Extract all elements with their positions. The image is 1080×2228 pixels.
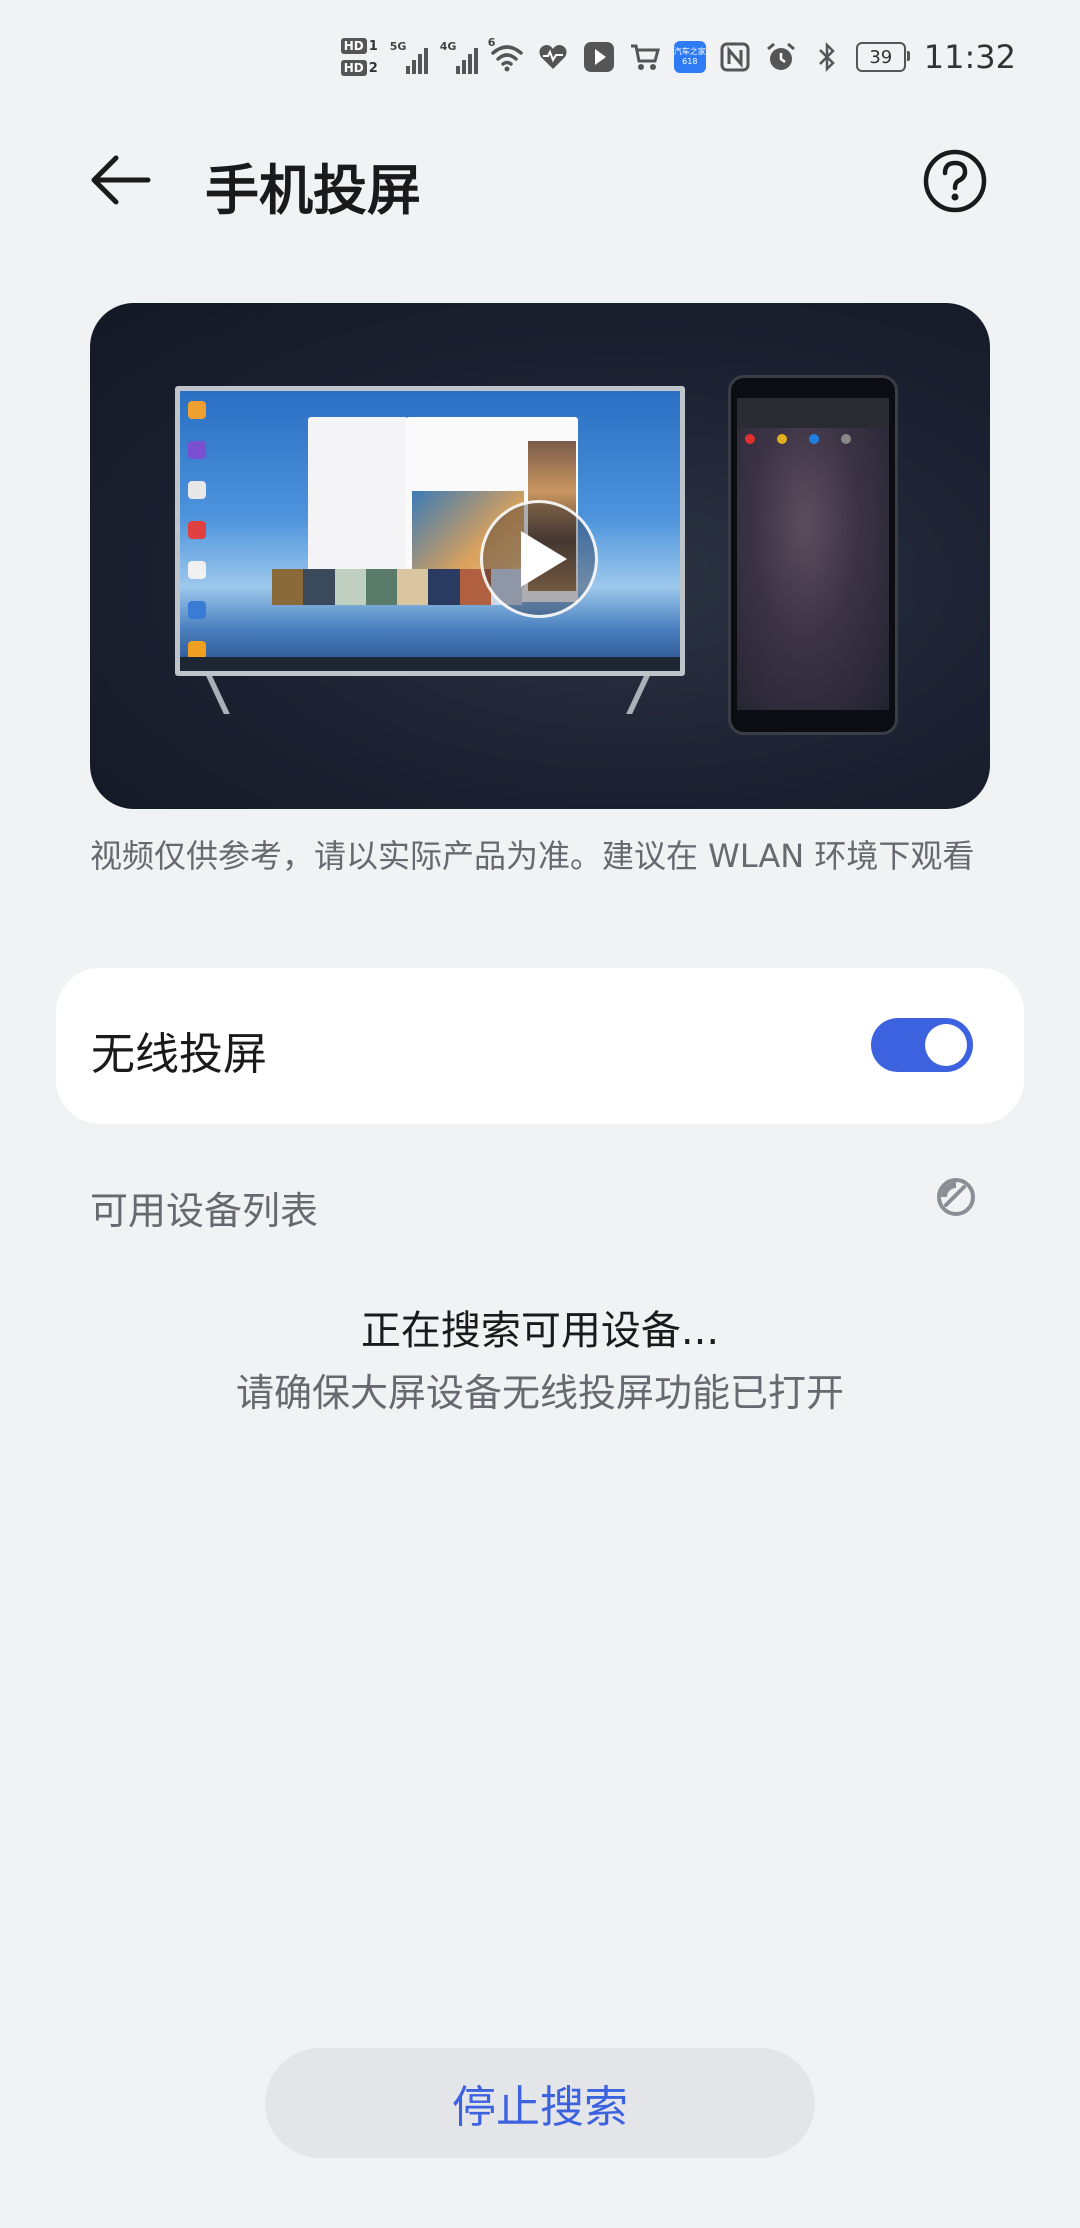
arrow-left-icon [91, 155, 151, 205]
media-app-icon [582, 40, 616, 74]
wifi-icon: 6 [488, 36, 524, 74]
signal-4g-icon: 4G [440, 40, 478, 74]
back-button[interactable] [88, 148, 152, 212]
page-title: 手机投屏 [205, 159, 421, 222]
clock: 11:32 [923, 38, 1016, 76]
available-devices-label: 可用设备列表 [90, 1189, 319, 1233]
status-bar: HD 1 HD 2 5G 4G 6 汽车之家 618 39 11:32 [0, 0, 1080, 120]
help-button[interactable] [922, 148, 988, 214]
heart-rate-icon [536, 40, 570, 74]
hd-indicator-1: HD 1 [340, 38, 378, 54]
video-disclaimer: 视频仅供参考，请以实际产品为准。建议在 WLAN 环境下观看 [90, 837, 975, 875]
hd-indicator-2: HD 2 [340, 60, 378, 76]
searching-status: 正在搜索可用设备... [360, 1308, 720, 1354]
tv-illustration [175, 386, 685, 676]
bluetooth-icon [810, 40, 844, 74]
loading-spinner-icon [934, 1175, 978, 1219]
play-icon [521, 531, 567, 587]
signal-5g-icon: 5G [390, 40, 428, 74]
wireless-projection-toggle[interactable] [871, 1018, 973, 1072]
wireless-projection-label: 无线投屏 [91, 1029, 267, 1080]
demo-video[interactable] [90, 303, 990, 809]
cart-icon [628, 40, 662, 74]
question-circle-icon [923, 149, 987, 213]
battery-icon: 39 [855, 42, 910, 72]
play-button[interactable] [480, 500, 598, 618]
nfc-icon [718, 40, 752, 74]
hd-indicators: HD 1 HD 2 [340, 38, 378, 76]
toggle-knob [925, 1024, 967, 1066]
searching-hint: 请确保大屏设备无线投屏功能已打开 [235, 1371, 844, 1415]
autohome-app-icon: 汽车之家 618 [673, 41, 706, 73]
wireless-projection-card: 无线投屏 [56, 968, 1024, 1124]
alarm-icon [764, 40, 798, 74]
status-icons: HD 1 HD 2 5G 4G 6 汽车之家 618 39 11:32 [340, 36, 1016, 76]
screen: HD 1 HD 2 5G 4G 6 汽车之家 618 39 11:32 手机投屏… [0, 0, 1080, 2228]
stop-search-button[interactable]: 停止搜索 [265, 2048, 815, 2158]
phone-illustration [728, 375, 898, 735]
